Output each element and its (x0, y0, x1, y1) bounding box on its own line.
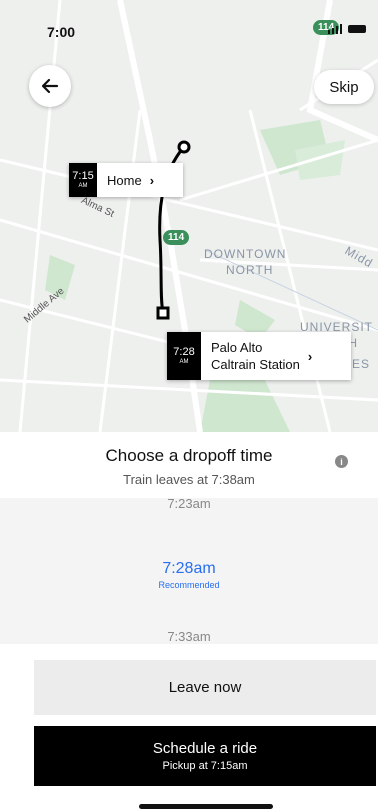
status-icons (328, 24, 366, 34)
station-stop-time: 7:28 AM (167, 332, 201, 380)
time-option-below[interactable]: 7:33am (0, 629, 378, 644)
time-picker[interactable]: 7:23am 7:28am Recommended 7:33am (0, 498, 378, 644)
arrow-left-icon (41, 78, 59, 94)
time-option-selected[interactable]: 7:28am (0, 560, 378, 578)
home-stop-card[interactable]: 7:15 AM Home › (69, 163, 183, 197)
highway-badge: 114 (163, 230, 190, 245)
recommended-label: Recommended (158, 580, 220, 590)
back-button[interactable] (29, 65, 71, 107)
action-footer: Leave now Schedule a ride Pickup at 7:15… (0, 644, 378, 810)
chevron-right-icon: › (307, 348, 313, 364)
station-time-value: 7:28 (173, 345, 195, 358)
station-time-ampm: AM (179, 358, 189, 365)
station-name-line1: Palo Alto (211, 340, 263, 355)
panel-title: Choose a dropoff time (105, 446, 273, 465)
map-view[interactable]: 7:00 114 Skip Alma St Middle Ave 114 DOW… (0, 0, 378, 432)
area-label-north: NORTH (226, 263, 274, 277)
time-option-above[interactable]: 7:23am (0, 498, 378, 511)
home-time-value: 7:15 (72, 169, 94, 182)
schedule-ride-button[interactable]: Schedule a ride Pickup at 7:15am (34, 726, 376, 786)
home-stop-label: Home (107, 172, 142, 188)
schedule-ride-label: Schedule a ride (152, 740, 258, 757)
signal-icon (328, 24, 342, 34)
status-time: 7:00 (47, 24, 76, 40)
skip-button[interactable]: Skip (314, 70, 374, 104)
station-stop-card[interactable]: 7:28 AM Palo Alto Caltrain Station › (167, 332, 351, 380)
station-stop-name: Palo Alto Caltrain Station › (201, 332, 351, 380)
area-label-downtown: DOWNTOWN (204, 247, 287, 261)
area-label-es: ES (352, 357, 371, 371)
station-name-line2: Caltrain Station (211, 357, 300, 372)
battery-icon (348, 25, 366, 33)
home-stop-name: Home › (97, 163, 183, 197)
info-icon[interactable]: i (335, 455, 348, 468)
home-indicator (139, 804, 273, 809)
home-time-ampm: AM (78, 182, 88, 189)
leave-now-button[interactable]: Leave now (34, 660, 376, 715)
chevron-right-icon: › (149, 172, 155, 188)
panel-subtitle: Train leaves at 7:38am (123, 472, 255, 487)
home-stop-time: 7:15 AM (69, 163, 97, 197)
pickup-time-label: Pickup at 7:15am (162, 760, 248, 772)
panel-header: Choose a dropoff time Train leaves at 7:… (0, 432, 378, 498)
